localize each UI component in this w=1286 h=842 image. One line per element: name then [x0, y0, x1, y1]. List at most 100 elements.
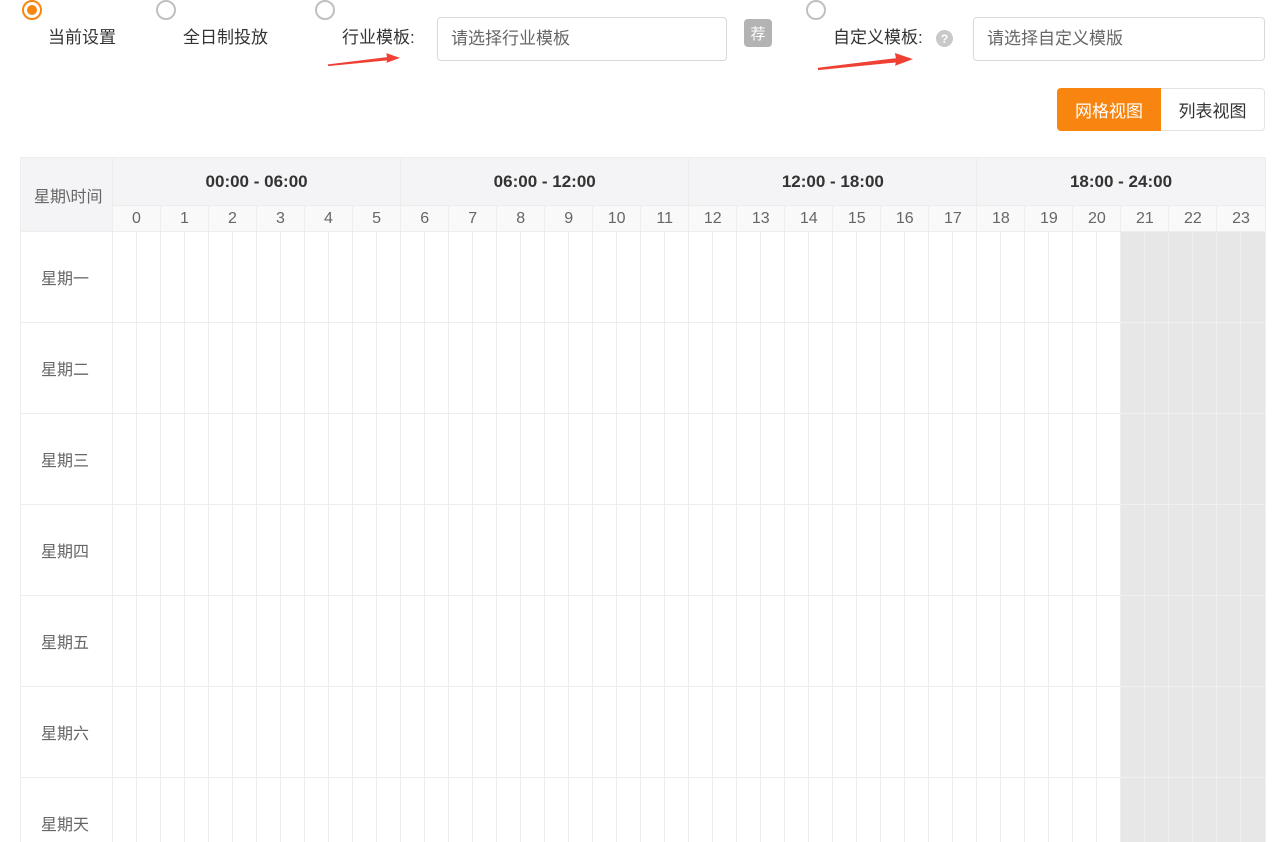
schedule-cell[interactable]: [785, 323, 809, 414]
schedule-cell[interactable]: [833, 778, 857, 842]
schedule-cell[interactable]: [905, 505, 929, 596]
schedule-cell[interactable]: [1145, 414, 1169, 505]
schedule-cell[interactable]: [185, 505, 209, 596]
schedule-cell[interactable]: [281, 232, 305, 323]
schedule-cell[interactable]: [785, 232, 809, 323]
schedule-cell[interactable]: [1001, 232, 1025, 323]
schedule-cell[interactable]: [1241, 505, 1265, 596]
schedule-cell[interactable]: [1121, 596, 1145, 687]
schedule-cell[interactable]: [353, 687, 377, 778]
schedule-cell[interactable]: [641, 414, 665, 505]
schedule-cell[interactable]: [1049, 414, 1073, 505]
schedule-cell[interactable]: [617, 414, 641, 505]
schedule-cell[interactable]: [521, 778, 545, 842]
schedule-cell[interactable]: [1001, 323, 1025, 414]
schedule-cell[interactable]: [233, 232, 257, 323]
schedule-cell[interactable]: [1049, 596, 1073, 687]
schedule-cell[interactable]: [257, 414, 281, 505]
schedule-cell[interactable]: [257, 687, 281, 778]
schedule-cell[interactable]: [953, 414, 977, 505]
custom-template-select[interactable]: [973, 17, 1265, 61]
schedule-cell[interactable]: [641, 323, 665, 414]
schedule-cell[interactable]: [545, 232, 569, 323]
schedule-cell[interactable]: [185, 232, 209, 323]
schedule-cell[interactable]: [281, 596, 305, 687]
schedule-cell[interactable]: [497, 687, 521, 778]
schedule-cell[interactable]: [833, 505, 857, 596]
schedule-cell[interactable]: [305, 596, 329, 687]
schedule-cell[interactable]: [593, 414, 617, 505]
schedule-cell[interactable]: [305, 323, 329, 414]
schedule-cell[interactable]: [377, 505, 401, 596]
schedule-cell[interactable]: [665, 232, 689, 323]
schedule-cell[interactable]: [1217, 778, 1241, 842]
schedule-cell[interactable]: [377, 687, 401, 778]
schedule-cell[interactable]: [257, 596, 281, 687]
schedule-cell[interactable]: [113, 687, 137, 778]
schedule-cell[interactable]: [1217, 596, 1241, 687]
schedule-cell[interactable]: [473, 778, 497, 842]
schedule-cell[interactable]: [425, 505, 449, 596]
schedule-cell[interactable]: [1025, 505, 1049, 596]
schedule-cell[interactable]: [233, 505, 257, 596]
schedule-cell[interactable]: [713, 596, 737, 687]
schedule-cell[interactable]: [209, 414, 233, 505]
schedule-cell[interactable]: [689, 414, 713, 505]
schedule-cell[interactable]: [929, 687, 953, 778]
schedule-cell[interactable]: [1217, 323, 1241, 414]
schedule-cell[interactable]: [857, 778, 881, 842]
schedule-cell[interactable]: [905, 232, 929, 323]
schedule-cell[interactable]: [545, 505, 569, 596]
schedule-cell[interactable]: [881, 414, 905, 505]
schedule-cell[interactable]: [1169, 596, 1193, 687]
schedule-cell[interactable]: [761, 596, 785, 687]
schedule-cell[interactable]: [185, 778, 209, 842]
schedule-cell[interactable]: [665, 687, 689, 778]
schedule-cell[interactable]: [449, 687, 473, 778]
schedule-cell[interactable]: [1193, 778, 1217, 842]
schedule-cell[interactable]: [809, 232, 833, 323]
schedule-cell[interactable]: [449, 505, 473, 596]
schedule-cell[interactable]: [1073, 687, 1097, 778]
schedule-cell[interactable]: [161, 505, 185, 596]
schedule-cell[interactable]: [1001, 778, 1025, 842]
schedule-cell[interactable]: [761, 323, 785, 414]
schedule-cell[interactable]: [497, 414, 521, 505]
radio-current-settings[interactable]: [22, 0, 42, 20]
schedule-cell[interactable]: [545, 687, 569, 778]
schedule-cell[interactable]: [713, 323, 737, 414]
schedule-cell[interactable]: [209, 687, 233, 778]
schedule-cell[interactable]: [569, 232, 593, 323]
schedule-cell[interactable]: [137, 687, 161, 778]
schedule-cell[interactable]: [1001, 414, 1025, 505]
schedule-cell[interactable]: [497, 778, 521, 842]
schedule-cell[interactable]: [689, 778, 713, 842]
schedule-cell[interactable]: [1121, 323, 1145, 414]
schedule-cell[interactable]: [761, 414, 785, 505]
schedule-cell[interactable]: [641, 232, 665, 323]
schedule-cell[interactable]: [449, 323, 473, 414]
schedule-cell[interactable]: [329, 596, 353, 687]
schedule-cell[interactable]: [257, 505, 281, 596]
schedule-cell[interactable]: [617, 596, 641, 687]
schedule-cell[interactable]: [953, 778, 977, 842]
schedule-cell[interactable]: [233, 778, 257, 842]
schedule-cell[interactable]: [833, 414, 857, 505]
schedule-cell[interactable]: [1217, 505, 1241, 596]
schedule-cell[interactable]: [1001, 596, 1025, 687]
schedule-cell[interactable]: [905, 778, 929, 842]
schedule-cell[interactable]: [809, 505, 833, 596]
schedule-cell[interactable]: [857, 687, 881, 778]
schedule-cell[interactable]: [281, 687, 305, 778]
schedule-cell[interactable]: [209, 505, 233, 596]
schedule-cell[interactable]: [257, 323, 281, 414]
schedule-cell[interactable]: [929, 323, 953, 414]
schedule-cell[interactable]: [377, 323, 401, 414]
schedule-cell[interactable]: [569, 323, 593, 414]
schedule-cell[interactable]: [401, 505, 425, 596]
schedule-cell[interactable]: [905, 414, 929, 505]
schedule-cell[interactable]: [545, 596, 569, 687]
schedule-cell[interactable]: [1169, 687, 1193, 778]
schedule-cell[interactable]: [1073, 232, 1097, 323]
schedule-cell[interactable]: [209, 778, 233, 842]
